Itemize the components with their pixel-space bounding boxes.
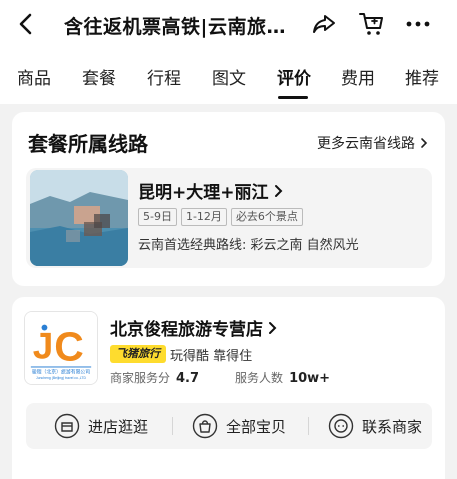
served-label: 服务人数 (235, 371, 284, 385)
route-tags: 5-9日 1-12月 必去6个景点 (138, 208, 303, 226)
section-title: 套餐所属线路 (28, 132, 148, 156)
service-score-value: 4.7 (176, 371, 200, 386)
page-title: 含往返机票高铁|云南旅游6天5晚 (64, 16, 300, 38)
all-items-label: 全部宝贝 (226, 417, 287, 436)
back-icon[interactable] (14, 11, 40, 37)
tab-package[interactable]: 套餐 (82, 64, 116, 89)
shop-actions: 进店逛逛 全部宝贝 联系商家 (26, 403, 432, 449)
more-routes-label: 更多云南省线路 (317, 136, 415, 152)
shop-logo[interactable]: J C 骏程（北京）旅游有限公司 Juncheng (Beijing) trav… (24, 311, 98, 385)
route-section: 套餐所属线路 更多云南省线路 昆明+大理+丽江 5-9日 1-12月 必去6个景… (12, 112, 445, 286)
chat-icon (328, 413, 354, 439)
route-tag: 1-12月 (180, 208, 227, 226)
tab-itinerary[interactable]: 行程 (147, 64, 181, 89)
shop-tags: 玩得酷 靠得住 (170, 349, 253, 364)
route-name: 昆明+大理+丽江 (138, 178, 285, 203)
fliggy-badge: 飞猪旅行 (110, 345, 166, 363)
shop-stats: 商家服务分 4.7 服务人数 10w+ (110, 369, 366, 386)
all-items-button[interactable]: 全部宝贝 (192, 403, 286, 449)
divider (172, 417, 173, 435)
shop-section: J C 骏程（北京）旅游有限公司 Juncheng (Beijing) trav… (12, 297, 445, 479)
chevron-right-icon (421, 138, 428, 148)
tab-recommend[interactable]: 推荐 (405, 64, 439, 89)
tab-goods[interactable]: 商品 (17, 64, 51, 89)
more-icon[interactable] (403, 11, 433, 37)
enter-store-button[interactable]: 进店逛逛 (54, 403, 148, 449)
enter-store-label: 进店逛逛 (88, 417, 149, 436)
route-tag: 必去6个景点 (230, 208, 303, 226)
tab-details[interactable]: 图文 (212, 64, 246, 89)
tab-bar: 商品 套餐 行程 图文 评价 费用 推荐 (0, 48, 457, 104)
svg-text:骏程（北京）旅游有限公司: 骏程（北京）旅游有限公司 (32, 368, 90, 375)
more-routes-link[interactable]: 更多云南省线路 (317, 133, 429, 153)
route-thumbnail (30, 170, 128, 266)
chevron-right-icon (269, 321, 277, 334)
share-icon[interactable] (311, 11, 337, 37)
served-count-value: 10w+ (289, 371, 331, 386)
svg-text:Juncheng (Beijing) travel co.,: Juncheng (Beijing) travel co.,LTD (36, 376, 86, 380)
tab-fees[interactable]: 费用 (341, 64, 375, 89)
store-icon (54, 413, 80, 439)
top-bar: 含往返机票高铁|云南旅游6天5晚 (0, 0, 457, 48)
contact-seller-label: 联系商家 (362, 417, 423, 436)
svg-text:J: J (33, 326, 54, 367)
route-tag: 5-9日 (138, 208, 177, 226)
bag-icon (192, 413, 218, 439)
active-tab-indicator (278, 96, 308, 99)
chevron-right-icon (274, 184, 282, 197)
contact-seller-button[interactable]: 联系商家 (328, 403, 422, 449)
divider (308, 417, 309, 435)
cart-icon[interactable] (357, 9, 385, 37)
tab-reviews[interactable]: 评价 (277, 64, 311, 89)
route-description: 云南首选经典路线: 彩云之南 自然风光 (138, 238, 359, 253)
svg-text:C: C (54, 324, 84, 370)
route-item[interactable]: 昆明+大理+丽江 5-9日 1-12月 必去6个景点 云南首选经典路线: 彩云之… (26, 168, 432, 268)
shop-name-text: 北京俊程旅游专营店 (110, 320, 263, 340)
route-name-text: 昆明+大理+丽江 (138, 183, 269, 203)
service-score-label: 商家服务分 (110, 371, 171, 385)
shop-name[interactable]: 北京俊程旅游专营店 (110, 315, 279, 340)
